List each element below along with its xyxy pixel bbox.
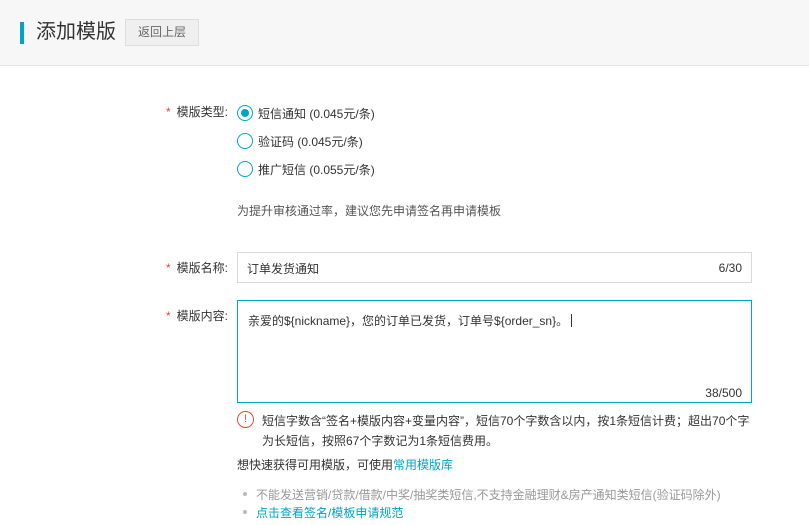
template-content-textarea[interactable]: 亲爱的${nickname}，您的订单已发货，订单号${order_sn}。 3… — [237, 300, 752, 403]
template-content-value: 亲爱的${nickname}，您的订单已发货，订单号${order_sn}。 — [248, 312, 573, 329]
radio-checked-icon[interactable] — [237, 105, 253, 121]
radio-option-verification[interactable]: 验证码 (0.045元/条) — [237, 132, 363, 150]
required-mark: * — [166, 309, 171, 323]
template-name-count: 6/30 — [718, 261, 742, 275]
title-accent-bar — [20, 22, 24, 44]
back-button[interactable]: 返回上层 — [125, 19, 199, 46]
radio-option-label: 短信通知 (0.045元/条) — [258, 106, 375, 121]
bullet-dot-icon — [243, 510, 247, 514]
text-caret — [571, 314, 573, 327]
template-name-value: 订单发货通知 — [247, 262, 320, 276]
template-name-label-text: 模版名称: — [176, 261, 229, 275]
radio-option-notification[interactable]: 短信通知 (0.045元/条) — [237, 104, 375, 122]
page-header: 添加模版 返回上层 — [0, 0, 809, 66]
warning-text: 短信字数含“签名+模版内容+变量内容”，短信70个字数含以内，按1条短信计费；超… — [262, 414, 750, 448]
required-mark: * — [166, 261, 171, 275]
template-name-input[interactable]: 订单发货通知 6/30 — [237, 252, 752, 283]
template-content-label: * 模版内容: — [166, 307, 228, 325]
spec-link-item[interactable]: 点击查看签名/模板申请规范 — [243, 504, 403, 522]
type-hint: 为提升审核通过率，建议您先申请签名再申请模板 — [237, 204, 502, 218]
required-mark: * — [166, 105, 171, 119]
template-content-count: 38/500 — [705, 386, 742, 400]
template-type-label: * 模版类型: — [166, 103, 228, 121]
warning-icon: ! — [237, 411, 254, 428]
template-name-label: * 模版名称: — [166, 259, 228, 277]
page-title: 添加模版 — [36, 21, 116, 43]
template-content-text: 亲爱的${nickname}，您的订单已发货，订单号${order_sn}。 — [248, 314, 569, 328]
spec-link[interactable]: 点击查看签名/模板申请规范 — [256, 506, 403, 520]
radio-unchecked-icon[interactable] — [237, 161, 253, 177]
template-library-prefix: 想快速获得可用模版，可使用 — [237, 458, 394, 472]
template-type-label-text: 模版类型: — [176, 105, 229, 119]
radio-option-promotion[interactable]: 推广短信 (0.055元/条) — [237, 160, 375, 178]
radio-unchecked-icon[interactable] — [237, 133, 253, 149]
radio-option-label: 推广短信 (0.055元/条) — [258, 162, 375, 177]
template-content-label-text: 模版内容: — [176, 309, 229, 323]
radio-option-label: 验证码 (0.045元/条) — [258, 134, 363, 149]
bullet-dot-icon — [243, 492, 247, 496]
template-library-line: 想快速获得可用模版，可使用常用模版库 — [237, 456, 453, 473]
note-item: 不能发送营销/贷款/借款/中奖/抽奖类短信,不支持金融理财&房产通知类短信(验证… — [243, 486, 721, 504]
template-library-link[interactable]: 常用模版库 — [393, 458, 453, 472]
note-text: 不能发送营销/贷款/借款/中奖/抽奖类短信,不支持金融理财&房产通知类短信(验证… — [256, 488, 721, 502]
